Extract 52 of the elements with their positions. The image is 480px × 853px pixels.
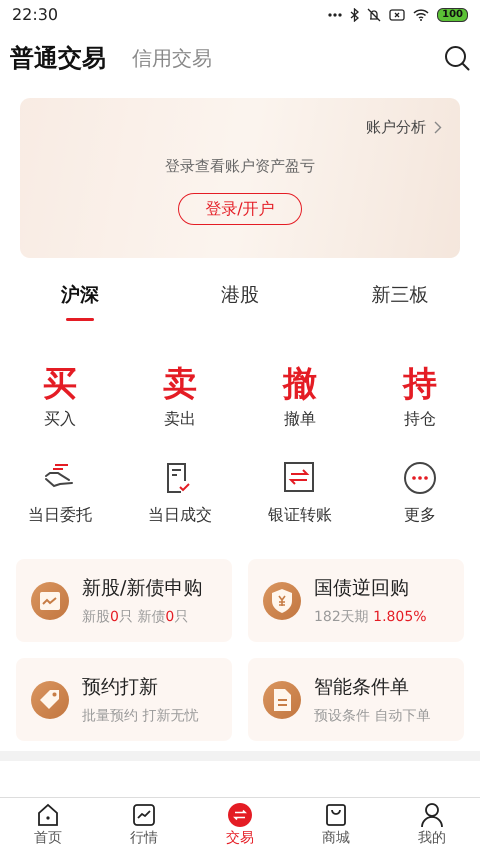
nav-tab[interactable]: 首页: [0, 798, 96, 853]
login-prompt: 登录查看账户资产盈亏: [165, 156, 315, 177]
chevron-right-icon: [434, 120, 442, 134]
market-tab[interactable]: 沪深: [20, 281, 140, 310]
feature-card[interactable]: 智能条件单 预设条件 自动下单: [248, 658, 464, 742]
bell-muted-icon: [367, 8, 382, 22]
header-tab[interactable]: 普通交易: [10, 40, 106, 76]
battery-indicator: 100: [437, 8, 468, 22]
nav-tab[interactable]: 行情: [96, 798, 192, 853]
chart-icon: [30, 580, 70, 621]
search-icon[interactable]: [444, 44, 470, 70]
feature-subtitle: 预设条件 自动下单: [314, 706, 430, 726]
feature-title: 新股/新债申购: [82, 576, 202, 602]
login-button[interactable]: 登录/开户: [178, 193, 302, 226]
header-tab[interactable]: 信用交易: [132, 42, 212, 72]
exchange-icon: [227, 802, 253, 828]
document-icon: [262, 680, 302, 720]
tag-icon: [30, 680, 70, 720]
sim-icon: [389, 9, 406, 21]
shield-yen-icon: [262, 580, 302, 621]
more-icon: [403, 461, 437, 496]
more-dots-icon: [328, 12, 342, 18]
bluetooth-icon: [350, 8, 360, 22]
tool-button[interactable]: 当日成交: [148, 461, 212, 528]
shopping-bag-icon: [323, 802, 349, 828]
person-icon: [419, 802, 445, 828]
feature-subtitle: 182天期 1.805%: [314, 608, 427, 627]
quick-action[interactable]: 撤 撤单: [283, 366, 317, 432]
feature-subtitle: 批量预约 打新无忧: [82, 706, 198, 726]
home-icon: [35, 802, 61, 828]
status-time: 22:30: [12, 4, 58, 26]
nav-tab[interactable]: 交易: [192, 798, 288, 853]
market-tab[interactable]: 港股: [180, 281, 300, 310]
tool-button[interactable]: 更多: [403, 461, 437, 528]
quick-action[interactable]: 持 持仓: [403, 366, 437, 432]
wifi-icon: [413, 9, 430, 21]
nav-tab[interactable]: 商城: [288, 798, 384, 853]
chart-icon: [131, 802, 157, 828]
market-tab[interactable]: 新三板: [340, 281, 460, 310]
account-analysis-link[interactable]: 账户分析: [366, 116, 442, 138]
feature-subtitle: 新股0只 新债0只: [82, 608, 190, 627]
feature-title: 智能条件单: [314, 675, 410, 700]
tool-button[interactable]: 银证转账: [268, 461, 332, 528]
nav-tab[interactable]: 我的: [384, 798, 480, 853]
feature-title: 预约打新: [82, 675, 159, 700]
feature-card[interactable]: 预约打新 批量预约 打新无忧: [16, 658, 232, 742]
quick-action[interactable]: 买 买入: [43, 366, 77, 432]
feature-title: 国债逆回购: [314, 576, 410, 602]
feature-card[interactable]: 国债逆回购 182天期 1.805%: [248, 559, 464, 642]
feature-card[interactable]: 新股/新债申购 新股0只 新债0只: [16, 559, 232, 642]
quick-action[interactable]: 卖 卖出: [163, 366, 197, 432]
tool-button[interactable]: 当日委托: [28, 461, 92, 528]
